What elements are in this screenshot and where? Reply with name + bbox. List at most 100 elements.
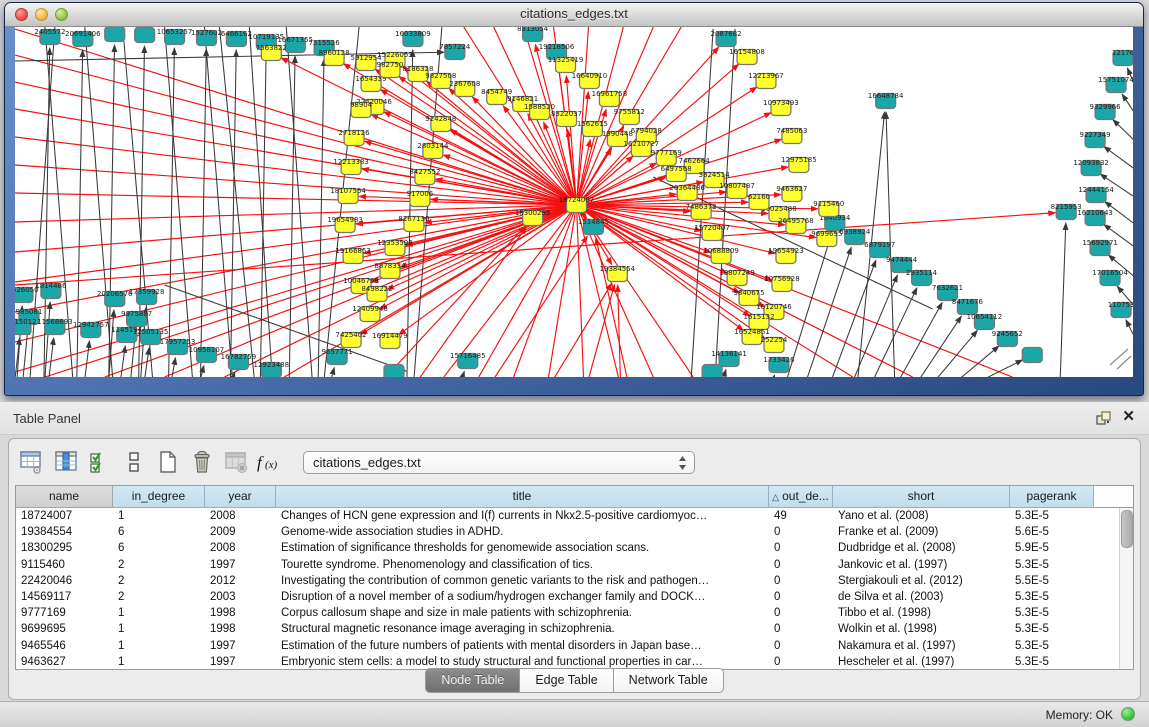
cell-year: 1997 <box>205 557 276 573</box>
cell-short: Tibbo et al. (1998) <box>833 605 1010 621</box>
network-node-label: 7485063 <box>776 127 807 135</box>
network-edge <box>920 316 962 377</box>
table-row[interactable]: 946554611997Estimation of the future num… <box>16 638 1133 654</box>
column-header-pagerank[interactable]: pagerank <box>1010 486 1094 508</box>
column-header-in_degree[interactable]: in_degree <box>113 486 205 508</box>
function-builder-icon[interactable]: f(x) <box>255 447 285 477</box>
network-node-label: 10756928 <box>764 275 800 283</box>
table-row[interactable]: 1830029562008Estimation of significance … <box>16 540 1133 556</box>
network-node-label: 2935114 <box>906 269 938 277</box>
selection-mode-icon[interactable] <box>85 447 115 477</box>
delete-table-icon <box>221 447 251 477</box>
memory-status-indicator[interactable] <box>1121 707 1135 721</box>
column-header-out_de[interactable]: △out_de... <box>769 486 833 508</box>
cell-short: Dudbridge et al. (2008) <box>833 540 1010 556</box>
network-edge <box>773 375 775 377</box>
network-edge <box>15 55 576 205</box>
cell-short: Yano et al. (2008) <box>833 508 1010 524</box>
network-node-label: 17957253 <box>160 338 196 346</box>
cell-in_degree: 1 <box>113 605 205 621</box>
network-node-label: 18724007 <box>559 196 595 204</box>
scrollbar-thumb[interactable] <box>1121 510 1133 548</box>
network-node[interactable] <box>384 365 404 378</box>
cell-year: 1998 <box>205 605 276 621</box>
table-body: 1872400712008Changes of HCN gene express… <box>16 508 1133 670</box>
network-node-label: 11325419 <box>548 56 584 64</box>
network-node-label: 16120746 <box>756 303 792 311</box>
cell-title: Corpus callosum shape and size in male p… <box>276 605 769 621</box>
network-edge <box>494 236 588 377</box>
network-edge <box>172 358 176 377</box>
new-column-icon[interactable] <box>153 447 183 477</box>
network-edge <box>807 247 851 377</box>
network-node-label: 982750 <box>377 61 404 69</box>
svg-text:⚙: ⚙ <box>32 465 42 475</box>
network-node-label: 9245652 <box>992 330 1023 338</box>
network-node[interactable] <box>135 28 155 43</box>
table-settings-icon[interactable]: ⚙ <box>17 447 47 477</box>
table-row[interactable]: 977716911998Corpus callosum shape and si… <box>16 605 1133 621</box>
vertical-scrollbar[interactable] <box>1119 508 1133 669</box>
network-node-label: 12444154 <box>1078 186 1114 194</box>
network-node[interactable] <box>702 365 722 378</box>
table-row[interactable]: 1456911722003Disruption of a novel membe… <box>16 589 1133 605</box>
network-edge <box>121 346 126 377</box>
network-window-titlebar[interactable]: citations_edges.txt <box>5 3 1143 27</box>
network-node-label: 6497568 <box>661 165 692 173</box>
network-node-label: 17359928 <box>129 288 165 296</box>
tab-edge-table[interactable]: Edge Table <box>520 668 613 693</box>
cell-year: 2008 <box>205 540 276 556</box>
column-header-label: year <box>228 489 251 503</box>
close-panel-icon[interactable]: ✕ <box>1122 409 1135 425</box>
svg-text:f: f <box>257 453 264 472</box>
network-node-label: 9242848 <box>425 115 456 123</box>
network-edge <box>937 330 978 377</box>
network-edge <box>874 288 917 377</box>
column-header-label: name <box>49 489 79 503</box>
column-header-name[interactable]: name <box>16 486 113 508</box>
network-node-label: 19654923 <box>768 247 804 255</box>
svg-text:(x): (x) <box>265 459 278 471</box>
resize-grip[interactable] <box>1110 349 1131 369</box>
cell-out_de: 49 <box>769 508 833 524</box>
tab-network-table[interactable]: Network Table <box>614 668 724 693</box>
cell-name: 9115460 <box>16 557 113 573</box>
network-node-label: 8427552 <box>409 168 440 176</box>
show-columns-icon[interactable] <box>51 447 81 477</box>
network-edge <box>1126 320 1133 340</box>
row-height-icon[interactable] <box>119 447 149 477</box>
network-canvas[interactable]: 2405572206914061065325715276026466162107… <box>15 27 1133 377</box>
column-header-year[interactable]: year <box>205 486 276 508</box>
tab-node-table[interactable]: Node Table <box>425 668 520 693</box>
column-header-short[interactable]: short <box>833 486 1010 508</box>
table-row[interactable]: 2242004622012Investigating the contribut… <box>16 573 1133 589</box>
network-node-label: 16154808 <box>729 48 765 56</box>
network-node-label: 1562615 <box>577 120 608 128</box>
cell-pagerank: 5.5E-5 <box>1010 573 1094 589</box>
table-row[interactable]: 911546021997Tourette syndrome. Phenomeno… <box>16 557 1133 573</box>
network-node-label: 15692971 <box>1082 239 1118 247</box>
float-panel-icon[interactable] <box>1095 410 1111 426</box>
network-node-label: 1990448 <box>602 130 633 138</box>
table-row[interactable]: 1938455462009Genome-wide association stu… <box>16 524 1133 540</box>
network-node-label: 10958107 <box>189 346 225 354</box>
network-node[interactable] <box>1022 348 1042 363</box>
network-node-label: 917006 <box>407 190 434 198</box>
delete-column-icon[interactable] <box>187 447 217 477</box>
column-header-title[interactable]: title <box>276 486 769 508</box>
table-row[interactable]: 969969511998Structural magnetic resonanc… <box>16 621 1133 637</box>
network-node-label: 7486372 <box>686 203 717 211</box>
network-node-label: 9329966 <box>1090 103 1121 111</box>
network-node[interactable] <box>105 27 125 42</box>
network-node-label: 7857224 <box>439 43 471 51</box>
network-node-label: 252254 <box>761 336 788 344</box>
network-edge <box>230 50 236 377</box>
cell-out_de: 0 <box>769 573 833 589</box>
network-node-label: 16914479 <box>372 332 408 340</box>
table-row[interactable]: 1872400712008Changes of HCN gene express… <box>16 508 1133 524</box>
network-node-label: 12923488 <box>254 361 290 369</box>
network-node-label: 16033809 <box>395 30 431 38</box>
cell-title: Structural magnetic resonance image aver… <box>276 621 769 637</box>
cell-year: 2008 <box>205 508 276 524</box>
table-selector-dropdown[interactable]: citations_edges.txt <box>303 451 695 474</box>
